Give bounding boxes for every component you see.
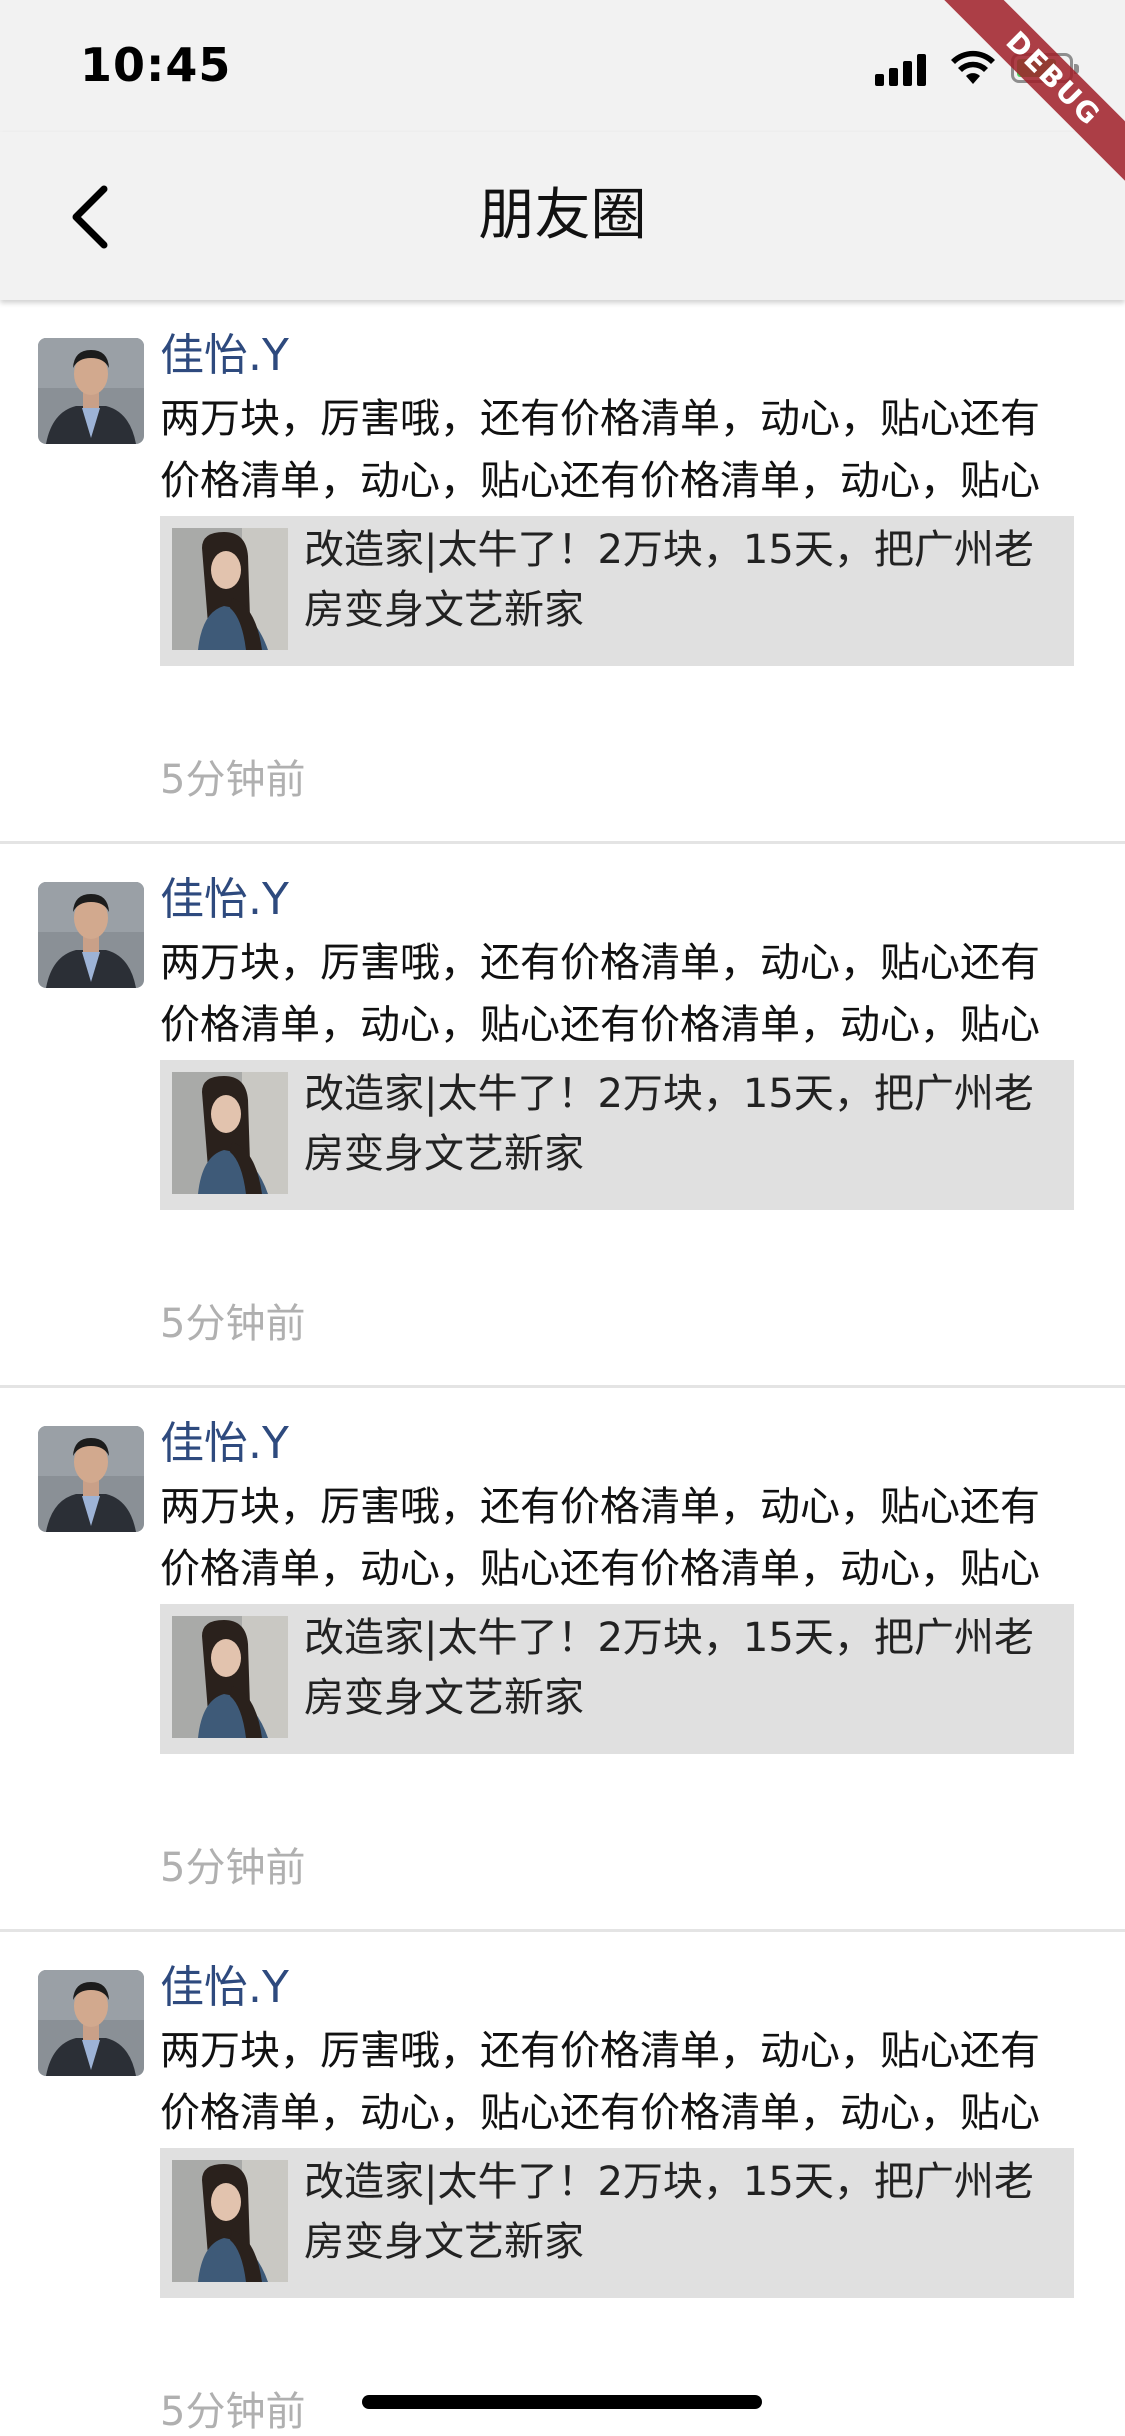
avatar[interactable] [38, 1426, 144, 1532]
author-name[interactable]: 佳怡.Y [160, 1412, 1075, 1476]
post-text: 两万块，厉害哦，还有价格清单，动心，贴心还有价格清单，动心，贴心还有价格清单，动… [160, 1484, 1040, 1592]
post-body: 佳怡.Y 两万块，厉害哦，还有价格清单，动心，贴心还有价格清单，动心，贴心还有价… [160, 1956, 1075, 2298]
shared-link-title: 改造家|太牛了！2万块，15天，把广州老房变身文艺新家 [304, 1615, 1034, 1721]
post-body: 佳怡.Y 两万块，厉害哦，还有价格清单，动心，贴心还有价格清单，动心，贴心还有价… [160, 324, 1075, 666]
shared-link-card[interactable]: 改造家|太牛了！2万块，15天，把广州老房变身文艺新家 [160, 516, 1074, 666]
cellular-signal-icon [875, 50, 931, 86]
moment-post: 佳怡.Y 两万块，厉害哦，还有价格清单，动心，贴心还有价格清单，动心，贴心还有价… [0, 844, 1125, 1388]
author-name[interactable]: 佳怡.Y [160, 1956, 1075, 2020]
author-name[interactable]: 佳怡.Y [160, 868, 1075, 932]
post-body: 佳怡.Y 两万块，厉害哦，还有价格清单，动心，贴心还有价格清单，动心，贴心还有价… [160, 1412, 1075, 1754]
post-text: 两万块，厉害哦，还有价格清单，动心，贴心还有价格清单，动心，贴心还有价格清单，动… [160, 940, 1040, 1048]
moments-screen: 10:45 DEBUG 朋友圈 佳怡.Y 两万块，厉害哦，还有价格清单，动心，贴… [0, 0, 1125, 2436]
shared-link-title: 改造家|太牛了！2万块，15天，把广州老房变身文艺新家 [304, 2159, 1034, 2265]
shared-link-card[interactable]: 改造家|太牛了！2万块，15天，把广州老房变身文艺新家 [160, 1060, 1074, 1210]
shared-link-title: 改造家|太牛了！2万块，15天，把广州老房变身文艺新家 [304, 527, 1034, 633]
moment-post: 佳怡.Y 两万块，厉害哦，还有价格清单，动心，贴心还有价格清单，动心，贴心还有价… [0, 1932, 1125, 2436]
author-name[interactable]: 佳怡.Y [160, 324, 1075, 388]
status-bar: 10:45 [0, 0, 1125, 132]
post-timestamp: 5分钟前 [160, 757, 306, 803]
shared-link-card[interactable]: 改造家|太牛了！2万块，15天，把广州老房变身文艺新家 [160, 2148, 1074, 2298]
status-time: 10:45 [80, 38, 232, 92]
post-timestamp: 5分钟前 [160, 1845, 306, 1891]
avatar[interactable] [38, 882, 144, 988]
avatar[interactable] [38, 1970, 144, 2076]
shared-link-card[interactable]: 改造家|太牛了！2万块，15天，把广州老房变身文艺新家 [160, 1604, 1074, 1754]
navigation-bar: 朋友圈 [0, 132, 1125, 300]
shared-link-thumbnail [172, 2160, 288, 2282]
shared-link-thumbnail [172, 528, 288, 650]
page-title: 朋友圈 [478, 183, 647, 248]
post-body: 佳怡.Y 两万块，厉害哦，还有价格清单，动心，贴心还有价格清单，动心，贴心还有价… [160, 868, 1075, 1210]
moment-post: 佳怡.Y 两万块，厉害哦，还有价格清单，动心，贴心还有价格清单，动心，贴心还有价… [0, 1388, 1125, 1932]
avatar[interactable] [38, 338, 144, 444]
post-timestamp: 5分钟前 [160, 1301, 306, 1347]
post-timestamp: 5分钟前 [160, 2389, 306, 2435]
post-text: 两万块，厉害哦，还有价格清单，动心，贴心还有价格清单，动心，贴心还有价格清单，动… [160, 396, 1040, 504]
shared-link-thumbnail [172, 1072, 288, 1194]
moment-post: 佳怡.Y 两万块，厉害哦，还有价格清单，动心，贴心还有价格清单，动心，贴心还有价… [0, 300, 1125, 844]
shared-link-thumbnail [172, 1616, 288, 1738]
wifi-icon [951, 50, 995, 84]
home-indicator[interactable] [362, 2395, 762, 2409]
moments-feed[interactable]: 佳怡.Y 两万块，厉害哦，还有价格清单，动心，贴心还有价格清单，动心，贴心还有价… [0, 300, 1125, 2436]
post-text: 两万块，厉害哦，还有价格清单，动心，贴心还有价格清单，动心，贴心还有价格清单，动… [160, 2028, 1040, 2136]
shared-link-title: 改造家|太牛了！2万块，15天，把广州老房变身文艺新家 [304, 1071, 1034, 1177]
